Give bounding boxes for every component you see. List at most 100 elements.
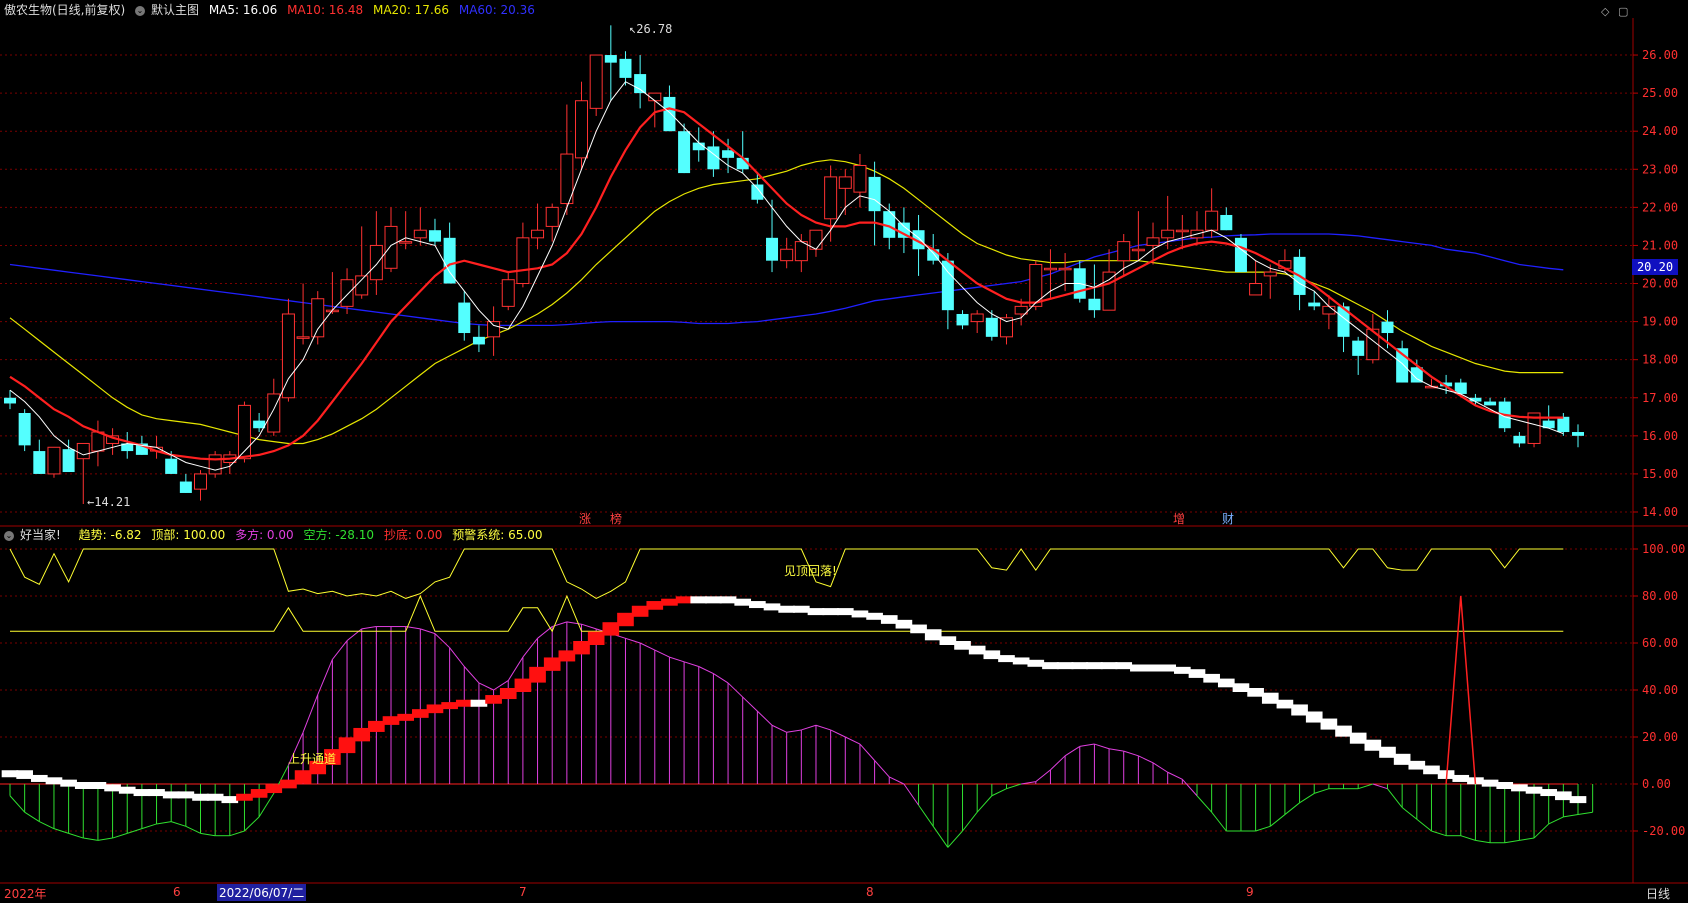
trend-block <box>573 641 590 655</box>
histogram-envelope <box>463 666 480 684</box>
trend-block <box>1203 673 1220 683</box>
event-marker[interactable]: 榜 <box>610 510 622 527</box>
candle-body-up <box>1263 271 1277 277</box>
candle-body-down <box>604 55 617 63</box>
trend-block <box>866 612 883 620</box>
trend-block <box>924 629 942 641</box>
candle-body-up <box>970 313 984 323</box>
event-marker[interactable]: 涨 <box>579 510 591 527</box>
candle-body-up <box>809 229 823 250</box>
candle-body-down <box>1513 435 1526 444</box>
collapse-icon[interactable]: ⌄ <box>4 530 14 541</box>
trend-block <box>426 704 444 714</box>
trend-block <box>236 793 253 801</box>
trend-block <box>1481 779 1499 787</box>
candle-body-down <box>1381 321 1394 334</box>
trend-block <box>1364 739 1382 751</box>
histogram-envelope <box>1563 814 1579 818</box>
period-tab-daily[interactable]: 日线 <box>1646 885 1670 902</box>
trend-block <box>1012 657 1030 665</box>
histogram-envelope <box>859 743 875 761</box>
histogram-envelope <box>1504 839 1520 844</box>
indicator-tick-label: 40.00 <box>1642 683 1678 697</box>
histogram-envelope <box>771 724 787 733</box>
trend-block <box>485 695 502 704</box>
histogram-envelope <box>1123 750 1139 757</box>
candle-body-up <box>589 54 603 109</box>
main-chart-label[interactable]: 默认主图 <box>151 3 199 17</box>
histogram-envelope <box>1006 783 1022 790</box>
histogram-envelope <box>1577 811 1593 816</box>
candle-body-down <box>1088 298 1101 311</box>
window-icon[interactable]: ▢ <box>1618 5 1628 18</box>
candlesticks[interactable] <box>4 25 1584 505</box>
trend-block <box>1423 765 1440 775</box>
trend-block <box>1511 784 1528 792</box>
candle-body-up <box>531 229 545 239</box>
histogram-envelope <box>830 729 846 738</box>
event-marker[interactable]: 增 <box>1173 510 1185 527</box>
candle-body-up <box>194 473 208 490</box>
candle-body-up <box>399 241 413 244</box>
candle-body-down <box>1234 237 1247 273</box>
month-label-8: 8 <box>866 885 874 899</box>
histogram-envelope <box>918 804 934 827</box>
candle-body-up <box>501 279 515 307</box>
price-tick-label: 19.00 <box>1642 315 1678 329</box>
indicator-name[interactable]: 好当家! <box>20 528 61 542</box>
trend-block <box>895 619 913 629</box>
trend-block <box>910 624 927 634</box>
trend-block <box>177 791 195 799</box>
trend-block <box>1320 718 1338 730</box>
histogram-envelope <box>1548 816 1564 825</box>
trend-block <box>822 608 839 616</box>
histogram-envelope <box>185 825 201 834</box>
price-tick-label: 25.00 <box>1642 86 1678 100</box>
candle-body-up <box>91 431 105 452</box>
trend-block <box>675 596 693 604</box>
candle-body-up <box>1131 248 1145 252</box>
price-tick-label: 18.00 <box>1642 353 1678 367</box>
candle-body-down <box>165 458 178 474</box>
histogram-envelope <box>845 736 861 745</box>
indicator-tick-label: 80.00 <box>1642 589 1678 603</box>
candle-body-up <box>1175 229 1189 233</box>
trend-block <box>968 645 986 655</box>
histogram-envelope <box>1372 783 1388 790</box>
histogram-envelope <box>976 795 993 813</box>
trend-block <box>705 596 722 604</box>
histogram-envelope <box>449 647 465 667</box>
last-price-tag: 20.20 <box>1632 259 1678 275</box>
stock-chart[interactable]: 26.00 25.00 24.00 23.00 22.00 21.00 20.00 19.00… <box>0 0 1688 903</box>
candle-body-up <box>76 442 90 460</box>
histogram-envelope <box>654 649 670 658</box>
trend-block <box>763 603 781 611</box>
uptrend-label: 上升通道 <box>288 752 337 766</box>
trend-block <box>162 791 180 799</box>
trend-block <box>1525 786 1543 794</box>
trend-block <box>1115 662 1133 670</box>
trend-block <box>690 596 708 604</box>
trend-block <box>1071 662 1089 670</box>
candle-body-down <box>751 184 764 200</box>
date-axis: 2022年 6 2022/06/07/二 7 8 9 日线 <box>0 883 1688 903</box>
trend-block <box>499 688 517 700</box>
price-tick-label: 17.00 <box>1642 391 1678 405</box>
candle-body-up <box>824 176 838 220</box>
trend-block <box>1408 760 1426 770</box>
trend-block <box>1305 711 1323 723</box>
trend-block <box>30 774 48 782</box>
diamond-icon[interactable]: ◇ <box>1601 5 1609 18</box>
histogram-envelope <box>1094 743 1110 750</box>
trend-block <box>118 786 136 794</box>
indicator-header: ⌄ 好当家! 趋势: -6.82 顶部: 100.00 多方: 0.00 空方: … <box>4 526 548 544</box>
stock-title[interactable]: 傲农生物(日线,前复权) <box>4 3 125 17</box>
event-marker[interactable]: 财 <box>1222 510 1234 527</box>
histogram-envelope <box>229 830 245 837</box>
chevron-down-icon[interactable]: ⌄ <box>135 5 146 16</box>
candle-body-down <box>941 260 954 311</box>
histogram-envelope <box>581 623 597 630</box>
histogram-envelope <box>1138 755 1154 764</box>
histogram-envelope <box>141 823 157 830</box>
top-warning-label: 见顶回落! <box>784 564 837 578</box>
